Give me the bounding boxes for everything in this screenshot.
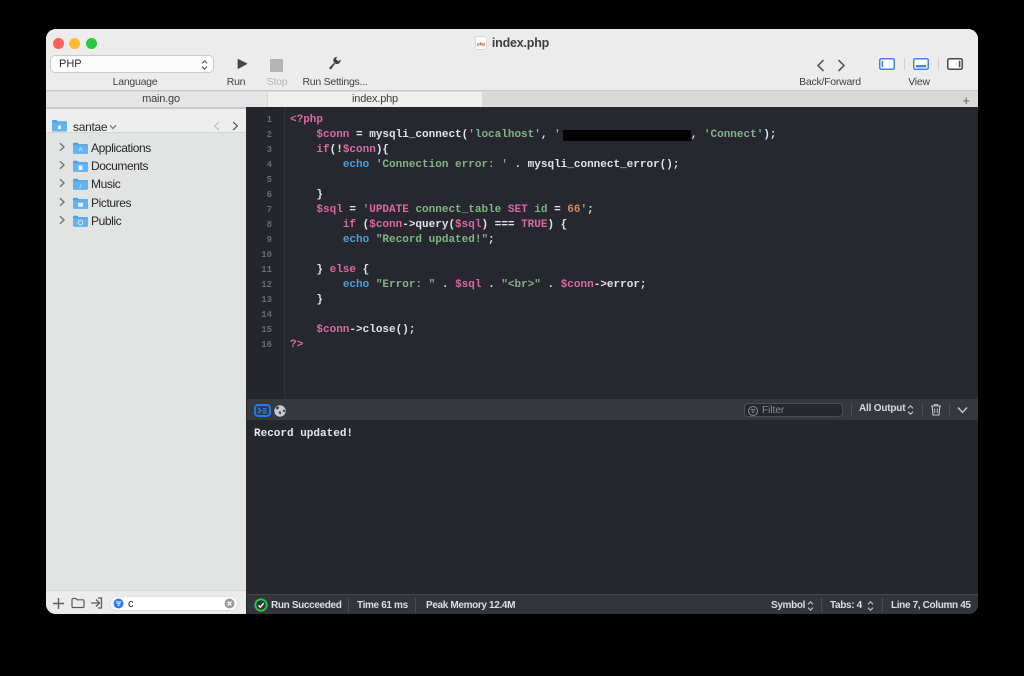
svg-text:A: A xyxy=(78,148,82,154)
svg-text:♪: ♪ xyxy=(79,183,83,190)
svg-text:php: php xyxy=(477,42,485,47)
